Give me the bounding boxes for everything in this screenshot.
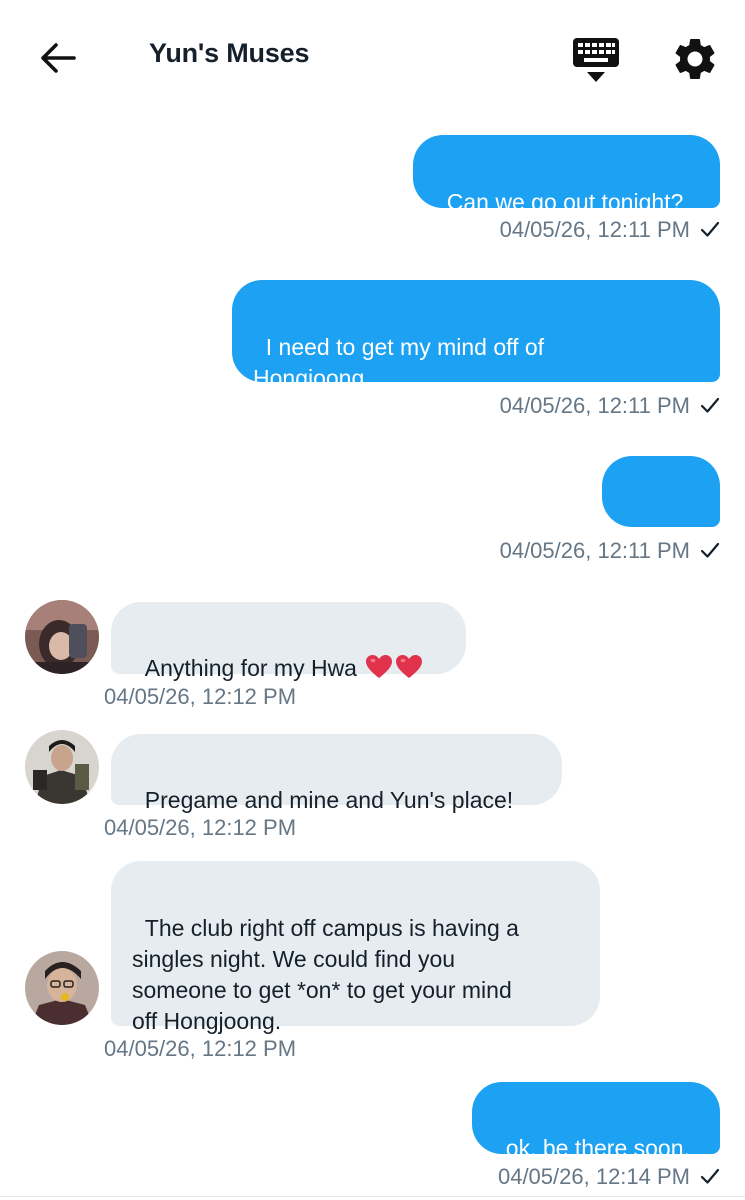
timestamp-text: 04/05/26, 12:12 PM bbox=[104, 1036, 297, 1061]
timestamp-text: 04/05/26, 12:11 PM bbox=[499, 393, 690, 418]
avatar[interactable] bbox=[25, 951, 99, 1025]
message-bubble[interactable]: I need to get my mind off of Hongjoong bbox=[232, 280, 720, 391]
arrow-left-icon bbox=[41, 43, 76, 73]
message-timestamp: 04/05/26, 12:11 PM bbox=[500, 217, 720, 243]
message-bubble[interactable]: Pregame and mine and Yun's place! bbox=[111, 734, 562, 813]
settings-button[interactable] bbox=[670, 34, 720, 84]
keyboard-button[interactable] bbox=[570, 36, 622, 84]
message-bubble[interactable]: Can we go out tonight? bbox=[413, 135, 720, 215]
message-bubble[interactable]: The club right off campus is having a si… bbox=[111, 861, 600, 1034]
checkmark-icon bbox=[700, 1168, 720, 1184]
message-timestamp: 04/05/26, 12:12 PM bbox=[104, 684, 296, 710]
message-text: Anything for my Hwa bbox=[144, 655, 364, 681]
timestamp-text: 04/05/26, 12:12 PM bbox=[104, 684, 297, 709]
message-timestamp: 04/05/26, 12:14 PM bbox=[498, 1164, 720, 1190]
gear-icon bbox=[675, 38, 715, 79]
conversation-title: Yun's Muses bbox=[149, 38, 310, 68]
message-text: Pregame and mine and Yun's place! bbox=[144, 787, 514, 813]
avatar-image bbox=[25, 951, 99, 1025]
keyboard-icon bbox=[573, 38, 619, 82]
timestamp-text: 04/05/26, 12:11 PM bbox=[499, 217, 690, 242]
message-timestamp: 04/05/26, 12:12 PM bbox=[104, 815, 296, 841]
timestamp-text: 04/05/26, 12:12 PM bbox=[104, 815, 297, 840]
back-button[interactable] bbox=[36, 36, 80, 80]
timestamp-text: 04/05/26, 12:11 PM bbox=[499, 538, 690, 563]
checkmark-icon bbox=[700, 221, 720, 237]
avatar[interactable] bbox=[25, 600, 99, 674]
message-bubble[interactable]: please bbox=[602, 456, 720, 566]
timestamp-text: 04/05/26, 12:14 PM bbox=[497, 1164, 690, 1189]
message-timestamp: 04/05/26, 12:12 PM bbox=[104, 1036, 296, 1062]
message-text: The club right off campus is having a si… bbox=[132, 915, 519, 1034]
red-heart-icon bbox=[366, 655, 393, 678]
avatar-image bbox=[25, 600, 99, 674]
divider bbox=[0, 1196, 745, 1197]
checkmark-icon bbox=[700, 397, 720, 413]
avatar-image bbox=[25, 730, 99, 804]
message-timestamp: 04/05/26, 12:11 PM bbox=[500, 393, 720, 419]
message-text: ok. be there soon. bbox=[505, 1135, 690, 1161]
conversation-header: Yun's Muses bbox=[0, 0, 745, 115]
red-heart-icon bbox=[396, 655, 423, 678]
message-text: I need to get my mind off of Hongjoong bbox=[253, 334, 545, 391]
checkmark-icon bbox=[700, 542, 720, 558]
message-bubble[interactable]: ok. be there soon. bbox=[472, 1082, 720, 1161]
avatar[interactable] bbox=[25, 730, 99, 804]
message-bubble[interactable]: Anything for my Hwa bbox=[111, 602, 466, 681]
message-timestamp: 04/05/26, 12:11 PM bbox=[500, 538, 720, 564]
message-text: Can we go out tonight? bbox=[446, 189, 684, 215]
